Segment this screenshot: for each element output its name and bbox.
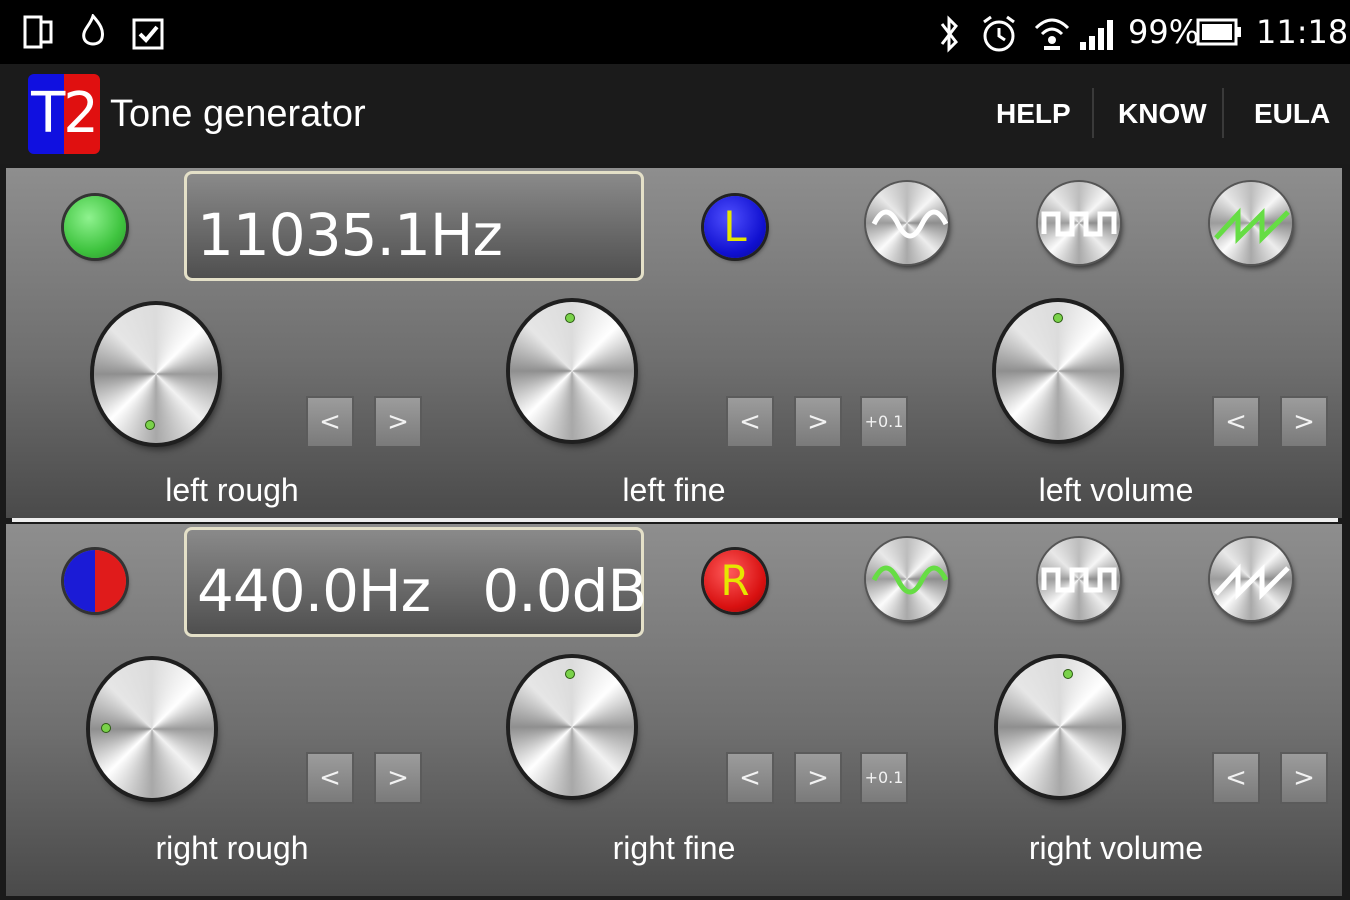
sim-dual-icon [22,14,56,59]
clock: 11:18 [1256,13,1349,51]
right-frequency-display: 440.0Hz 0.0dB [184,527,647,637]
left-fine-next-button[interactable]: > [794,396,842,448]
left-saw-wave-button[interactable] [1210,182,1292,264]
knob-indicator [566,314,574,322]
signal-icon [1078,14,1118,63]
battery-icon [1196,14,1244,59]
right-volume-knob[interactable] [998,658,1122,796]
right-volume-next-button[interactable]: > [1280,752,1328,804]
left-rough-knob[interactable] [94,305,218,443]
action-bar: T2 Tone generator HELP KNOW EULA [0,64,1350,164]
menu-divider [1092,88,1094,138]
help-menu-button[interactable]: HELP [996,94,1071,134]
left-square-wave-button[interactable] [1038,182,1120,264]
app-logo-text: T2 [31,81,99,146]
stereo-indicator-led[interactable] [64,550,126,612]
left-frequency-text: 11035.1Hz [197,201,503,269]
left-volume-next-button[interactable]: > [1280,396,1328,448]
left-rough-next-button[interactable]: > [374,396,422,448]
eula-menu-button[interactable]: EULA [1254,94,1330,134]
left-fine-label: left fine [622,472,726,508]
right-frequency-text: 440.0Hz 0.0dB [197,557,647,625]
battery-percent: 99% [1128,13,1200,51]
left-channel-button[interactable]: L [704,196,766,258]
right-rough-next-button[interactable]: > [374,752,422,804]
left-rough-prev-button[interactable]: < [306,396,354,448]
clipboard-check-icon [130,14,166,59]
left-fine-prev-button[interactable]: < [726,396,774,448]
left-volume-prev-button[interactable]: < [1212,396,1260,448]
status-bar: 99% 11:18 [0,0,1350,64]
left-volume-label: left volume [1038,472,1194,508]
app-title: Tone generator [110,93,366,135]
play-indicator-led[interactable] [64,196,126,258]
right-rough-label: right rough [155,830,309,866]
right-rough-knob[interactable] [90,660,214,798]
app-logo: T2 [28,74,100,154]
alarm-icon [980,14,1018,63]
right-fine-knob[interactable] [510,658,634,796]
right-fine-reset-button[interactable]: +0.1 [860,752,908,804]
knob-indicator [102,724,110,732]
right-fine-next-button[interactable]: > [794,752,842,804]
fire-app-icon [78,12,108,59]
menu-divider [1222,88,1224,138]
right-volume-label: right volume [1028,830,1204,866]
right-fine-label: right fine [612,830,736,866]
left-fine-reset-button[interactable]: +0.1 [860,396,908,448]
left-fine-knob[interactable] [510,302,634,440]
knob-indicator [566,670,574,678]
knob-indicator [1054,314,1062,322]
wifi-icon [1032,14,1072,63]
right-saw-wave-button[interactable] [1210,538,1292,620]
channel-divider [12,518,1338,522]
bluetooth-icon [936,14,962,63]
knob-indicator [146,421,154,429]
left-volume-knob[interactable] [996,302,1120,440]
right-sine-wave-button[interactable] [866,538,948,620]
know-menu-button[interactable]: KNOW [1118,94,1207,134]
right-square-wave-button[interactable] [1038,538,1120,620]
left-sine-wave-button[interactable] [866,182,948,264]
right-channel-button[interactable]: R [704,550,766,612]
right-fine-prev-button[interactable]: < [726,752,774,804]
left-rough-label: left rough [165,472,299,508]
left-frequency-display: 11035.1Hz [184,171,644,281]
knob-indicator [1064,670,1072,678]
right-rough-prev-button[interactable]: < [306,752,354,804]
right-volume-prev-button[interactable]: < [1212,752,1260,804]
